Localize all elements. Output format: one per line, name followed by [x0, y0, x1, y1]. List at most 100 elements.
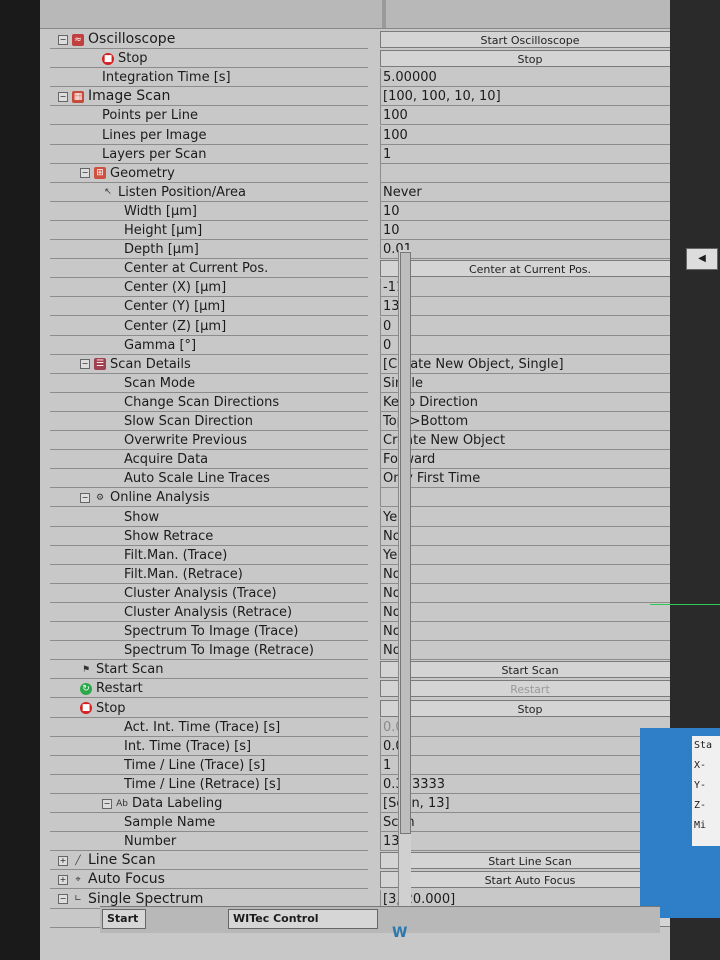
change-scan-dir-value[interactable]: Keep Direction [380, 392, 680, 412]
center-current-button[interactable]: Center at Current Pos. [380, 260, 680, 278]
center-z-value[interactable]: 0 [380, 316, 680, 336]
points-per-line-value[interactable]: 100 [380, 106, 680, 126]
auto-scale-value[interactable]: Only First Time [380, 469, 680, 489]
tree-row-slow-scan-dir[interactable]: Slow Scan Direction Top->Bottom [50, 412, 695, 432]
tree-row-change-scan-dir[interactable]: Change Scan Directions Keep Direction [50, 392, 695, 412]
tree-row-time-line-retrace[interactable]: Time / Line (Retrace) [s] 0.333333 [50, 774, 695, 794]
scan-details-value[interactable]: [Create New Object, Single] [380, 354, 680, 374]
tree-row-filt-trace[interactable]: Filt.Man. (Trace) Yes [50, 545, 695, 565]
tree-row-filt-retrace[interactable]: Filt.Man. (Retrace) No [50, 564, 695, 584]
center-y-value[interactable]: 13.5 [380, 297, 680, 317]
scrollbar[interactable] [398, 250, 411, 910]
width-value[interactable]: 10 [380, 201, 680, 221]
data-labeling-value[interactable]: [Scan, 13] [380, 794, 680, 814]
taskbar-item-witec-control[interactable]: WITec Control [228, 909, 378, 929]
time-line-trace-value[interactable]: 1 [380, 755, 680, 775]
scan-mode-value[interactable]: Single [380, 373, 680, 393]
tree-row-depth[interactable]: Depth [µm] 0.01 [50, 240, 695, 260]
stop-scan-button[interactable]: Stop [380, 699, 680, 717]
gamma-value[interactable]: 0 [380, 335, 680, 355]
tree-row-geometry[interactable]: − ⊞ Geometry [50, 163, 695, 183]
tree-row-stop-osc[interactable]: ■ Stop Stop [50, 49, 695, 69]
oscilloscope-button[interactable]: Start Oscilloscope [380, 31, 680, 49]
time-line-retrace-value[interactable]: 0.333333 [380, 774, 680, 794]
slow-scan-dir-value[interactable]: Top->Bottom [380, 412, 680, 432]
tree-row-oscilloscope[interactable]: − ≈ Oscilloscope Start Oscilloscope [50, 30, 695, 50]
tree-row-listen-position[interactable]: ↖ Listen Position/Area Never [50, 182, 695, 202]
collapse-icon[interactable]: − [80, 492, 90, 503]
collapse-icon[interactable]: − [58, 894, 68, 904]
tree-row-cluster-trace[interactable]: Cluster Analysis (Trace) No [50, 583, 695, 603]
tree-row-restart[interactable]: ↻ Restart Restart [50, 679, 695, 699]
tree-row-width[interactable]: Width [µm] 10 [50, 201, 695, 221]
layers-per-scan-value[interactable]: 1 [380, 144, 680, 164]
int-time-value[interactable]: 0.01 [380, 736, 680, 756]
tree-row-acquire-data[interactable]: Acquire Data Forward [50, 450, 695, 470]
tree-row-spectrum-trace[interactable]: Spectrum To Image (Trace) No [50, 622, 695, 642]
tree-row-start-scan[interactable]: ⚑ Start Scan Start Scan [50, 660, 695, 680]
restart-button[interactable]: Restart [380, 680, 680, 698]
start-scan-button[interactable]: Start Scan [380, 661, 680, 679]
geometry-value[interactable] [380, 163, 680, 183]
tree-row-online-analysis[interactable]: − ⚙ Online Analysis [50, 488, 695, 508]
start-button[interactable]: Start [102, 909, 146, 929]
integration-time-value[interactable]: 5.00000 [380, 68, 680, 88]
tree-row-overwrite-previous[interactable]: Overwrite Previous Create New Object [50, 431, 695, 451]
collapse-icon[interactable]: − [58, 91, 68, 102]
tree-row-center-z[interactable]: Center (Z) [µm] 0 [50, 316, 695, 336]
tree-row-gamma[interactable]: Gamma [°] 0 [50, 335, 695, 355]
tree-row-center-current[interactable]: Center at Current Pos. Center at Current … [50, 259, 695, 279]
scrollbar-thumb[interactable] [400, 252, 411, 834]
collapse-icon[interactable]: − [102, 798, 112, 809]
tree-row-act-int-time[interactable]: Act. Int. Time (Trace) [s] 0.01 [50, 717, 695, 737]
collapse-icon[interactable]: − [58, 34, 68, 45]
tree-row-center-y[interactable]: Center (Y) [µm] 13.5 [50, 297, 695, 317]
tree-row-cluster-retrace[interactable]: Cluster Analysis (Retrace) No [50, 603, 695, 623]
height-value[interactable]: 10 [380, 221, 680, 241]
tree-row-line-scan[interactable]: + ╱ Line Scan Start Line Scan [50, 851, 695, 871]
image-scan-value[interactable]: [100, 100, 10, 10] [380, 87, 680, 107]
cluster-trace-value[interactable]: No [380, 583, 680, 603]
listen-position-value[interactable]: Never [380, 182, 680, 202]
tree-row-data-labeling[interactable]: − Ab Data Labeling [Scan, 13] [50, 794, 695, 814]
tree-row-scan-mode[interactable]: Scan Mode Single [50, 373, 695, 393]
column-separator[interactable] [382, 0, 386, 28]
tree-row-points-per-line[interactable]: Points per Line 100 [50, 106, 695, 126]
line-scan-button[interactable]: Start Line Scan [380, 852, 680, 870]
overwrite-previous-value[interactable]: Create New Object [380, 431, 680, 451]
tree-row-time-line-trace[interactable]: Time / Line (Trace) [s] 1 [50, 755, 695, 775]
tree-row-height[interactable]: Height [µm] 10 [50, 221, 695, 241]
tree-row-sample-name[interactable]: Sample Name Scan [50, 813, 695, 833]
lines-per-image-value[interactable]: 100 [380, 125, 680, 145]
tree-row-number[interactable]: Number 13 [50, 832, 695, 852]
tree-row-int-time[interactable]: Int. Time (Trace) [s] 0.01 [50, 736, 695, 756]
tree-row-integration-time[interactable]: Integration Time [s] 5.00000 [50, 68, 695, 88]
expand-icon[interactable]: + [58, 855, 68, 866]
tree-row-scan-details[interactable]: − ☰ Scan Details [Create New Object, Single… [50, 354, 695, 374]
tree-row-layers-per-scan[interactable]: Layers per Scan 1 [50, 144, 695, 164]
tree-row-image-scan[interactable]: − ▦ Image Scan [100, 100, 10, 10] [50, 87, 695, 107]
spectrum-trace-value[interactable]: No [380, 622, 680, 642]
show-value[interactable]: Yes [380, 507, 680, 527]
stop-osc-button[interactable]: Stop [380, 50, 680, 68]
show-retrace-value[interactable]: No [380, 526, 680, 546]
filt-retrace-value[interactable]: No [380, 564, 680, 584]
expand-icon[interactable]: + [58, 874, 68, 885]
spectrum-retrace-value[interactable]: No [380, 641, 680, 661]
tree-row-auto-scale[interactable]: Auto Scale Line Traces Only First Time [50, 469, 695, 489]
depth-value[interactable]: 0.01 [380, 240, 680, 260]
collapse-icon[interactable]: − [80, 359, 90, 370]
tree-row-center-x[interactable]: Center (X) [µm] -11 [50, 278, 695, 298]
center-x-value[interactable]: -11 [380, 278, 680, 298]
tree-row-stop-scan[interactable]: ■ Stop Stop [50, 699, 695, 718]
side-arrow-button[interactable]: ◀ [686, 248, 718, 270]
tree-row-lines-per-image[interactable]: Lines per Image 100 [50, 125, 695, 145]
tree-row-auto-focus[interactable]: + ⌖ Auto Focus Start Auto Focus [50, 870, 695, 890]
number-value[interactable]: 13 [380, 832, 680, 852]
auto-focus-button[interactable]: Start Auto Focus [380, 871, 680, 889]
cluster-retrace-value[interactable]: No [380, 603, 680, 623]
act-int-time-value[interactable]: 0.01 [380, 717, 680, 737]
sample-name-value[interactable]: Scan [380, 813, 680, 833]
tree-row-spectrum-retrace[interactable]: Spectrum To Image (Retrace) No [50, 641, 695, 661]
collapse-icon[interactable]: − [80, 168, 90, 179]
